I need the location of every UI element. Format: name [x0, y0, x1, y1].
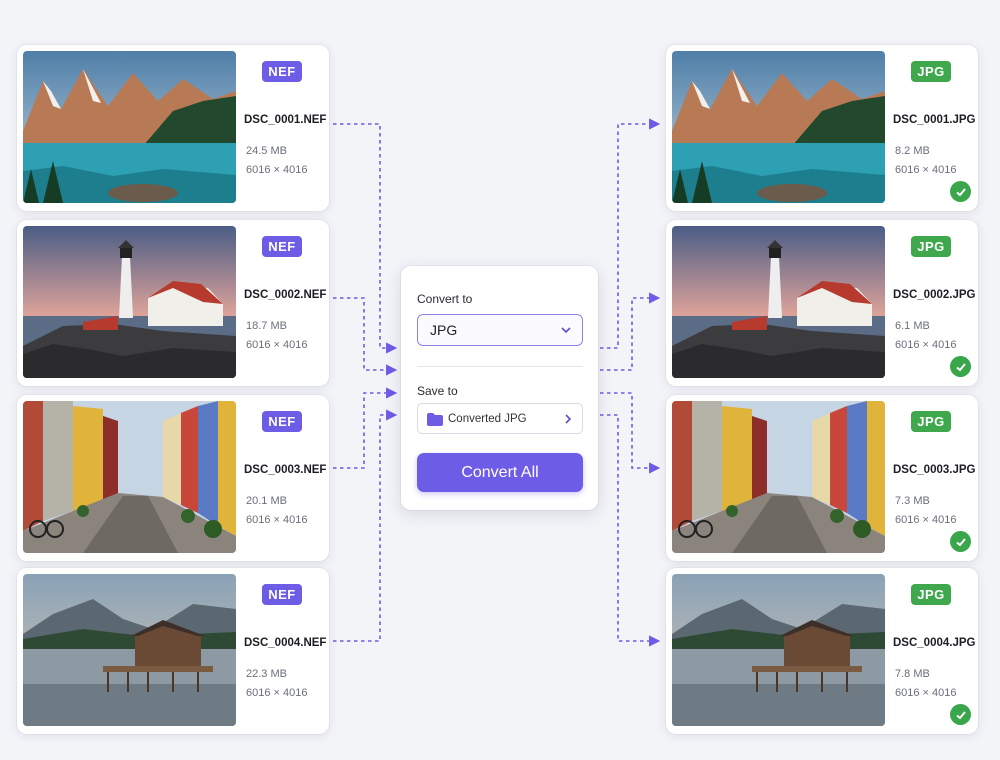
file-name: DSC_0004.NEF — [244, 637, 327, 649]
jpg-badge: JPG — [911, 411, 951, 432]
thumbnail-lighthouse — [23, 226, 236, 378]
nef-badge: NEF — [262, 236, 302, 257]
chevron-down-icon — [561, 327, 571, 334]
file-size: 6.1 MB — [895, 320, 930, 332]
jpg-badge: JPG — [911, 584, 951, 605]
connector-in-1 — [333, 123, 398, 354]
file-dimensions: 6016 × 4016 — [895, 339, 957, 351]
file-size: 18.7 MB — [246, 320, 287, 332]
nef-badge: NEF — [262, 61, 302, 82]
thumbnail-lake-boathouse — [672, 574, 885, 726]
folder-icon — [427, 413, 443, 426]
connector-out-2 — [600, 292, 661, 371]
thumbnail-colorful-street — [672, 401, 885, 553]
file-size: 7.3 MB — [895, 495, 930, 507]
chevron-right-icon — [565, 414, 572, 424]
nef-badge: NEF — [262, 411, 302, 432]
file-size: 7.8 MB — [895, 668, 930, 680]
file-dimensions: 6016 × 4016 — [246, 339, 308, 351]
source-file-card[interactable]: NEF DSC_0001.NEF 24.5 MB 6016 × 4016 — [17, 45, 329, 211]
thumbnail-mountain-lake — [672, 51, 885, 203]
file-size: 8.2 MB — [895, 145, 930, 157]
file-size: 20.1 MB — [246, 495, 287, 507]
output-file-card[interactable]: JPG DSC_0003.JPG 7.3 MB 6016 × 4016 — [666, 395, 978, 561]
output-file-card[interactable]: JPG DSC_0004.JPG 7.8 MB 6016 × 4016 — [666, 568, 978, 734]
source-file-card[interactable]: NEF DSC_0002.NEF 18.7 MB 6016 × 4016 — [17, 220, 329, 386]
nef-badge: NEF — [262, 584, 302, 605]
check-icon — [950, 356, 971, 377]
file-name: DSC_0001.JPG — [893, 114, 976, 126]
divider — [417, 366, 583, 367]
file-name: DSC_0004.JPG — [893, 637, 976, 649]
folder-name: Converted JPG — [448, 412, 527, 425]
thumbnail-lake-boathouse — [23, 574, 236, 726]
file-size: 22.3 MB — [246, 668, 287, 680]
output-file-card[interactable]: JPG DSC_0002.JPG 6.1 MB 6016 × 4016 — [666, 220, 978, 386]
file-name: DSC_0001.NEF — [244, 114, 327, 126]
thumbnail-mountain-lake — [23, 51, 236, 203]
convert-to-label: Convert to — [417, 292, 473, 306]
connector-in-2 — [333, 297, 398, 376]
source-file-card[interactable]: NEF DSC_0004.NEF 22.3 MB 6016 × 4016 — [17, 568, 329, 734]
file-dimensions: 6016 × 4016 — [895, 687, 957, 699]
check-icon — [950, 181, 971, 202]
conversion-panel: Convert to JPG Save to Converted JPG Con… — [401, 266, 598, 510]
thumbnail-lighthouse — [672, 226, 885, 378]
connector-out-4 — [600, 414, 661, 647]
format-select[interactable]: JPG — [417, 314, 583, 346]
connector-in-4 — [333, 409, 398, 642]
file-name: DSC_0003.NEF — [244, 464, 327, 476]
file-dimensions: 6016 × 4016 — [895, 514, 957, 526]
check-icon — [950, 531, 971, 552]
save-folder-picker[interactable]: Converted JPG — [417, 403, 583, 434]
connector-out-3 — [600, 392, 661, 474]
source-file-card[interactable]: NEF DSC_0003.NEF 20.1 MB 6016 × 4016 — [17, 395, 329, 561]
connector-in-3 — [333, 387, 398, 469]
file-dimensions: 6016 × 4016 — [246, 514, 308, 526]
file-name: DSC_0002.JPG — [893, 289, 976, 301]
file-dimensions: 6016 × 4016 — [246, 687, 308, 699]
format-select-value: JPG — [430, 322, 458, 338]
output-file-card[interactable]: JPG DSC_0001.JPG 8.2 MB 6016 × 4016 — [666, 45, 978, 211]
check-icon — [950, 704, 971, 725]
save-to-label: Save to — [417, 384, 458, 398]
jpg-badge: JPG — [911, 61, 951, 82]
convert-all-button[interactable]: Convert All — [417, 453, 583, 492]
file-name: DSC_0003.JPG — [893, 464, 976, 476]
file-size: 24.5 MB — [246, 145, 287, 157]
connector-out-1 — [600, 118, 661, 349]
jpg-badge: JPG — [911, 236, 951, 257]
file-dimensions: 6016 × 4016 — [895, 164, 957, 176]
thumbnail-colorful-street — [23, 401, 236, 553]
file-name: DSC_0002.NEF — [244, 289, 327, 301]
file-dimensions: 6016 × 4016 — [246, 164, 308, 176]
